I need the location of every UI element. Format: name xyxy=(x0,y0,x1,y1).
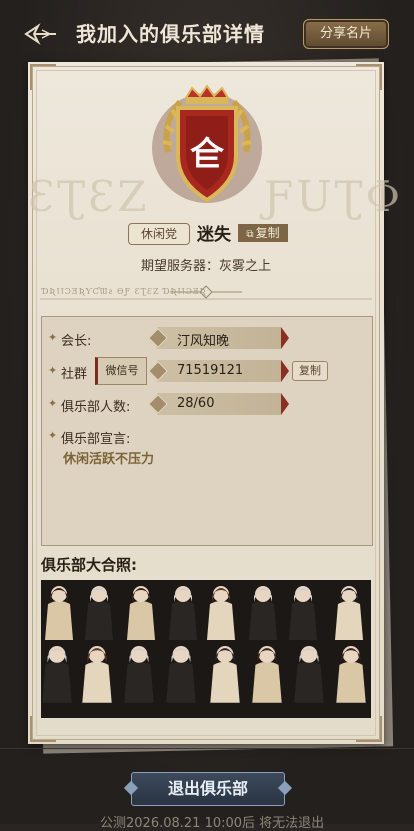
bar-tip xyxy=(281,360,289,382)
declaration-text: 休闲活跃不压力 xyxy=(63,452,155,467)
copy-icon: ⧉ xyxy=(246,229,254,240)
copy-community-button[interactable]: 复制 xyxy=(292,361,328,381)
page-title: 我加入的俱乐部详情 xyxy=(76,22,265,46)
corner-ornament xyxy=(356,716,382,742)
corner-ornament xyxy=(30,716,56,742)
header: 我加入的俱乐部详情 分享名片 xyxy=(0,0,414,68)
leader-value-bar: 汀风知晚 xyxy=(148,327,289,349)
member-count-label: 俱乐部人数: xyxy=(61,400,131,415)
bullet-star-icon: ✦ xyxy=(48,364,58,377)
corner-ornament xyxy=(30,64,56,90)
svg-text:仺: 仺 xyxy=(190,135,224,175)
community-row: ✦ 社群 微信号 71519121 复制 xyxy=(42,357,372,385)
expected-server: 期望服务器：灰雾之上 xyxy=(28,255,384,274)
member-count-row: ✦ 俱乐部人数: 28/60 xyxy=(42,393,372,417)
club-badge-icon: 仺 xyxy=(152,84,262,203)
leader-row: ✦ 会长: 汀风知晚 xyxy=(42,327,372,351)
club-name: 迷失 xyxy=(197,225,231,245)
share-card-button[interactable]: 分享名片 xyxy=(303,19,389,49)
diamond-icon xyxy=(148,328,168,348)
copy-label: 复制 xyxy=(255,226,280,240)
exit-club-button[interactable]: 退出俱乐部 xyxy=(131,772,285,806)
back-button[interactable] xyxy=(22,22,58,46)
leader-value: 汀风知晚 xyxy=(177,334,230,349)
bottom-divider xyxy=(0,748,414,749)
community-label: 社群 xyxy=(61,367,88,382)
corner-ornament xyxy=(356,64,382,90)
member-count-value: 28/60 xyxy=(177,396,215,411)
bar-tip xyxy=(281,327,289,349)
declaration-label: 俱乐部宣言: xyxy=(61,432,131,447)
bar-tip xyxy=(281,393,289,415)
bullet-star-icon: ✦ xyxy=(48,331,58,344)
server-value: 灰雾之上 xyxy=(219,259,272,274)
club-detail-card: ƐƮƐZ ƑUƮΦ 仺 休闲党 迷失 ⧉ 复制 期望服务器：灰雾之上 ƊƦƖƖƆƎ… xyxy=(28,62,400,744)
community-value-bar: 71519121 xyxy=(148,360,289,382)
divider-decoration-text: ƊƦƖƖƆƎƦƳƇƜƨ ƟƑ ƐƮƐZ ƊƦƖƖƆƎƦ xyxy=(42,287,207,296)
diamond-icon xyxy=(148,394,168,414)
community-value: 71519121 xyxy=(177,363,244,378)
member-count-bar: 28/60 xyxy=(148,393,289,415)
bullet-star-icon: ✦ xyxy=(48,397,58,410)
copy-club-name-button[interactable]: ⧉ 复制 xyxy=(238,224,288,242)
group-photo-title: 俱乐部大合照: xyxy=(41,556,137,574)
bullet-star-icon: ✦ xyxy=(48,429,58,442)
wechat-tab-button[interactable]: 微信号 xyxy=(95,357,147,385)
diamond-icon xyxy=(148,361,168,381)
club-emblem: 仺 xyxy=(148,82,266,208)
declaration-row: ✦ 俱乐部宣言: xyxy=(42,425,372,449)
club-info-panel: ✦ 会长: 汀风知晚 ✦ 社群 微信号 71519121 复制 ✦ 俱乐部人数: xyxy=(41,316,373,546)
server-label: 期望服务器： xyxy=(140,259,219,274)
ornamental-divider: ƊƦƖƖƆƎƦƳƇƜƨ ƟƑ ƐƮƐZ ƊƦƖƖƆƎƦ xyxy=(40,284,372,300)
club-type-tag: 休闲党 xyxy=(128,223,190,245)
footer-notice: 公测2026.08.21 10:00后 将无法退出 xyxy=(100,816,325,831)
group-photo xyxy=(41,580,371,718)
group-photo-image xyxy=(41,580,371,718)
leader-label: 会长: xyxy=(61,334,92,349)
back-arrow-icon xyxy=(24,23,56,45)
